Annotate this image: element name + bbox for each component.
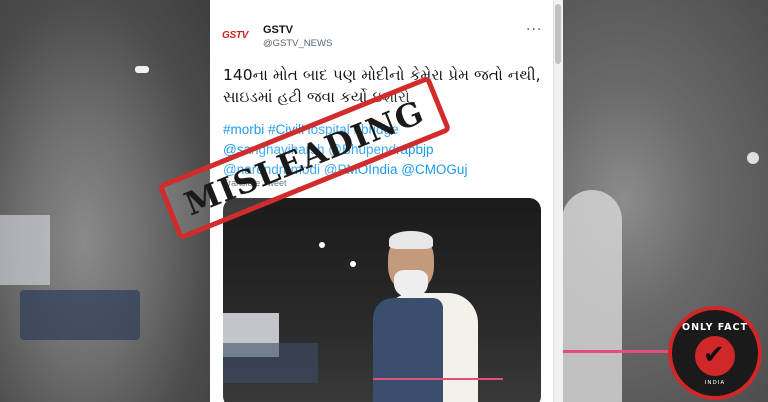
stage-panel	[223, 343, 318, 383]
scrollbar-thumb[interactable]	[555, 4, 561, 64]
background-screen	[20, 290, 140, 340]
badge-bottom-text: INDIA	[704, 380, 726, 386]
background-spot	[135, 66, 149, 73]
more-options-icon[interactable]: ···	[526, 22, 542, 38]
gstv-logo[interactable]: GSTV	[222, 30, 254, 42]
tweet-media[interactable]	[223, 198, 541, 402]
person-beard	[394, 270, 428, 298]
scrollbar[interactable]	[553, 0, 563, 402]
background-figure	[562, 190, 622, 402]
badge-top-text: ONLY FACT	[682, 322, 748, 333]
author-handle[interactable]: @GSTV_NEWS	[263, 38, 332, 49]
stage-spot	[350, 261, 356, 267]
only-fact-badge: ONLY FACT ✔ INDIA	[668, 306, 762, 400]
tweet-text-line: 140ના મોત બાદ પણ મોદીનો કેમેરા પ્રેમ જતો…	[223, 66, 541, 84]
background-line	[562, 350, 682, 353]
check-icon: ✔	[703, 340, 725, 370]
background-light	[0, 215, 50, 285]
background-spot	[747, 152, 759, 164]
stage-line	[373, 378, 503, 380]
person-vest	[373, 298, 443, 402]
author-name[interactable]: GSTV	[263, 24, 293, 36]
stage-spot	[319, 242, 325, 248]
person-hair	[389, 231, 433, 249]
